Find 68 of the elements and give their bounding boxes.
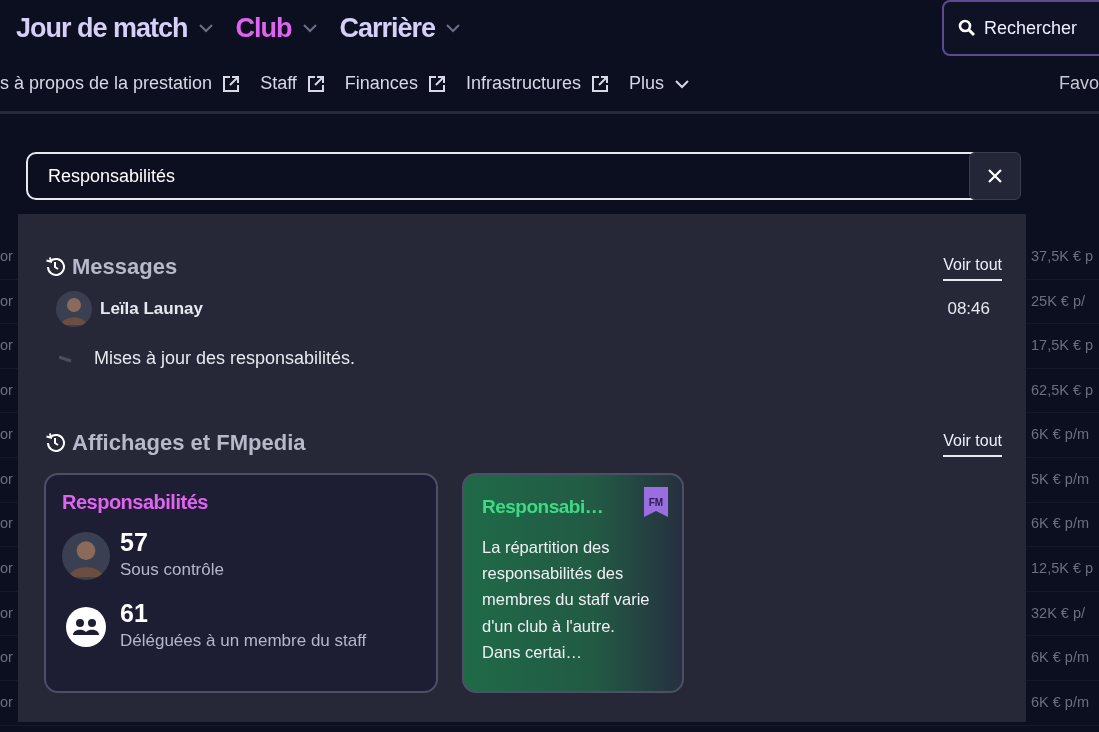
table-cell-text: or [0,425,13,445]
reply-icon [58,354,72,363]
chevron-icon [673,78,690,89]
search-field[interactable]: Responsabilités [26,152,1021,200]
close-button[interactable] [969,152,1021,200]
avatar-icon [56,291,92,327]
table-cell-text: or [0,648,13,668]
external-link-icon [590,74,609,93]
see-all-link[interactable]: Voir tout [943,252,1002,281]
external-link-icon [222,74,241,93]
table-cell-text: or [0,246,13,266]
history-icon [44,431,66,454]
table-cell-text: or [0,380,13,400]
search-button[interactable]: Rechercher [942,0,1099,56]
table-cell-text: 32K € p/ [1031,603,1086,623]
nav-tab[interactable]: Jour de match [16,7,214,49]
nav-link[interactable]: Favo [1059,70,1099,97]
table-cell-text: 6K € p/m [1031,514,1091,534]
bookmark-badge: FM [644,487,668,517]
table-cell-text: or [0,692,13,712]
nav-link[interactable]: Staff [260,70,325,97]
nav-link[interactable]: Finances [344,70,446,97]
stat-value: 61 [120,600,149,628]
search-input[interactable]: Responsabilités [28,161,969,191]
card-title: Responsabilités [62,490,209,515]
table-cell-text: or [0,291,13,311]
article-card[interactable]: Responsabi… FM La répartition des responsabilités des membres du staff varie d'un club à l'autre. Dans certai… [462,473,684,693]
close-icon [987,168,1003,184]
section-title: Affichages et FMpedia [72,429,306,457]
chevron-icon [301,23,318,33]
table-cell-text: or [0,336,13,356]
section-title: Messages [72,253,178,281]
external-link-icon [427,74,446,93]
table-cell-text: or [0,469,13,489]
nav-link[interactable]: s à propos de la prestation [0,70,241,97]
stat-value: 57 [120,529,149,557]
nav-link[interactable]: Infrastructures [465,70,609,97]
history-icon [44,255,66,278]
table-cell-text: 6K € p/m [1031,425,1091,445]
external-link-icon [306,74,325,93]
nav-tab[interactable]: Club [235,7,318,49]
sender-name: Leïla Launay [100,298,203,321]
table-cell-text: 62,5K € p [1031,380,1095,400]
table-cell-text: 12,5K € p [1031,559,1095,579]
search-icon [958,19,976,37]
table-cell-text: 17,5K € p [1031,336,1095,356]
table-cell-text: 6K € p/m [1031,648,1091,668]
table-cell-text: or [0,514,13,534]
message-text[interactable]: Mises à jour des responsabilités. [94,345,356,372]
nav-tab[interactable]: Carrière [339,7,462,49]
stat-label: Sous contrôle [120,558,224,581]
message-time: 08:46 [947,298,990,321]
table-cell-text: 37,5K € p [1031,246,1095,266]
card-title: Responsabi… [482,495,604,519]
view-card[interactable]: Responsabilités 57 Sous contrôle 61 Déléguées à un membre du staff [44,473,438,693]
table-cell-text: or [0,559,13,579]
table-cell-text: or [0,603,13,623]
table-cell-text: 6K € p/m [1031,692,1091,712]
see-all-link[interactable]: Voir tout [943,428,1002,457]
chevron-icon [197,23,214,33]
group-icon [66,606,106,647]
avatar-icon [62,531,110,580]
nav-link[interactable]: Plus [628,70,690,97]
table-cell-text: 5K € p/m [1031,469,1091,489]
article-text: La répartition des responsabilités des membres du staff varie d'un club à l'autre. Dans certai… [482,536,650,664]
chevron-icon [445,23,462,33]
table-cell-text: 25K € p/ [1031,291,1086,311]
stat-label: Déléguées à un membre du staff [120,629,367,652]
